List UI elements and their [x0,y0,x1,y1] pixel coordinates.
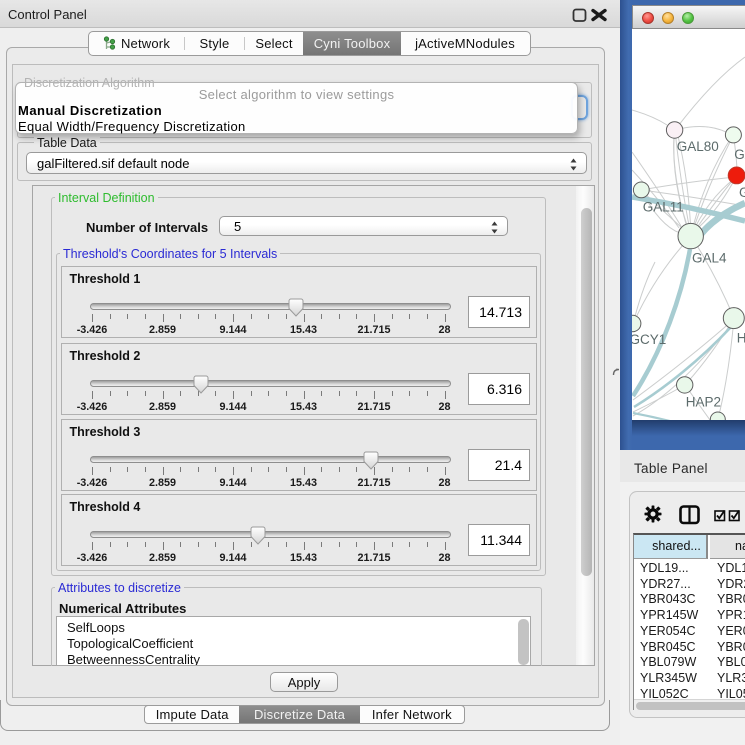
svg-text:GAL80: GAL80 [677,139,719,154]
svg-text:GA: GA [734,147,745,162]
svg-text:HAP2: HAP2 [686,395,721,410]
svg-text:GAL4: GAL4 [692,251,727,266]
svg-text:GA: GA [739,185,745,200]
svg-text:GAL11: GAL11 [643,200,684,215]
svg-text:GCY1: GCY1 [632,332,666,347]
svg-text:HA: HA [737,331,745,346]
